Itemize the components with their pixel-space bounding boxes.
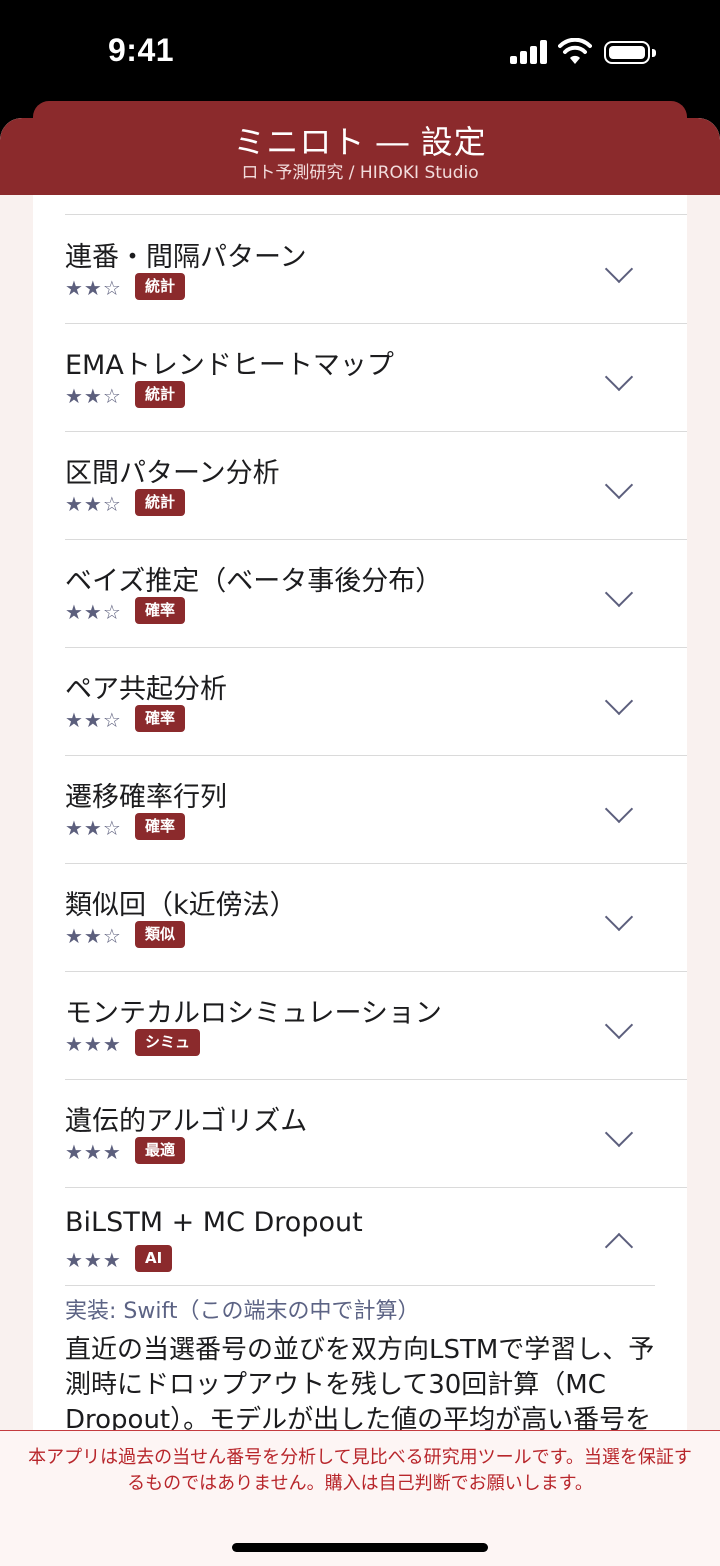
rating-stars: ★★★ bbox=[65, 1140, 122, 1164]
rating-stars: ★★☆ bbox=[65, 708, 122, 732]
home-indicator[interactable] bbox=[232, 1543, 488, 1552]
category-badge: シミュ bbox=[135, 1029, 201, 1056]
list-item[interactable]: 類似回（k近傍法） ★★☆ 類似 bbox=[65, 863, 687, 972]
item-title: EMAトレンドヒートマップ bbox=[65, 350, 394, 381]
category-badge: 確率 bbox=[135, 597, 186, 624]
chevron-down-icon[interactable] bbox=[604, 1118, 634, 1148]
rating-stars: ★★★ bbox=[65, 1248, 122, 1272]
disclaimer-banner: 本アプリは過去の当せん番号を分析して見比べる研究用ツールです。当選を保証するもの… bbox=[0, 1430, 720, 1566]
item-title: 遷移確率行列 bbox=[65, 782, 227, 813]
status-time: 9:41 bbox=[108, 32, 175, 68]
status-bar: 9:41 bbox=[0, 0, 720, 110]
chevron-down-icon[interactable] bbox=[604, 254, 634, 284]
chevron-down-icon[interactable] bbox=[604, 470, 634, 500]
category-badge: 類似 bbox=[135, 921, 186, 948]
rating-stars: ★★☆ bbox=[65, 816, 122, 840]
item-title: BiLSTM + MC Dropout bbox=[65, 1207, 363, 1238]
page-title: ミニロト ― 設定 bbox=[233, 123, 487, 161]
item-title: 類似回（k近傍法） bbox=[65, 890, 297, 921]
list-item[interactable]: ペア共起分析 ★★☆ 確率 bbox=[65, 647, 687, 756]
list-item[interactable]: 遷移確率行列 ★★☆ 確率 bbox=[65, 755, 687, 864]
disclaimer-text: 本アプリは過去の当せん番号を分析して見比べる研究用ツールです。当選を保証するもの… bbox=[28, 1447, 692, 1494]
chevron-down-icon[interactable] bbox=[604, 686, 634, 716]
cellular-signal-icon bbox=[510, 40, 548, 64]
chevron-down-icon[interactable] bbox=[604, 578, 634, 608]
chevron-down-icon[interactable] bbox=[604, 1010, 634, 1040]
list-item[interactable]: EMAトレンドヒートマップ ★★☆ 統計 bbox=[65, 323, 687, 432]
wifi-icon bbox=[558, 38, 592, 64]
rating-stars: ★★☆ bbox=[65, 384, 122, 408]
item-title: 連番・間隔パターン bbox=[65, 242, 307, 273]
item-title: ベイズ推定（ベータ事後分布） bbox=[65, 566, 443, 597]
list-item[interactable]: 遺伝的アルゴリズム ★★★ 最適 bbox=[65, 1079, 687, 1188]
list-item[interactable]: 連番・間隔パターン ★★☆ 統計 bbox=[65, 215, 687, 324]
rating-stars: ★★☆ bbox=[65, 924, 122, 948]
chevron-down-icon[interactable] bbox=[604, 902, 634, 932]
item-title: モンテカルロシミュレーション bbox=[65, 998, 442, 1029]
category-badge: 確率 bbox=[135, 813, 186, 840]
category-badge: 確率 bbox=[135, 705, 186, 732]
category-badge: 統計 bbox=[135, 381, 186, 408]
chevron-up-icon[interactable] bbox=[604, 1232, 634, 1262]
list-item[interactable]: ベイズ推定（ベータ事後分布） ★★☆ 確率 bbox=[65, 539, 687, 648]
chevron-down-icon[interactable] bbox=[604, 362, 634, 392]
item-title: ペア共起分析 bbox=[65, 674, 227, 705]
implementation-note: 実装: Swift（この端末の中で計算） bbox=[65, 1299, 420, 1324]
category-badge: 統計 bbox=[135, 489, 186, 516]
page-subtitle: ロト予測研究 / HIROKI Studio bbox=[241, 163, 479, 183]
algorithm-list: 連番・間隔パターン ★★☆ 統計 EMAトレンドヒートマップ ★★☆ 統計 区間… bbox=[33, 195, 687, 1565]
category-badge: 統計 bbox=[135, 273, 186, 300]
rating-stars: ★★☆ bbox=[65, 600, 122, 624]
category-badge: 最適 bbox=[135, 1137, 186, 1164]
rating-stars: ★★☆ bbox=[65, 276, 122, 300]
chevron-down-icon[interactable] bbox=[604, 794, 634, 824]
sheet-header: ミニロト ― 設定 ロト予測研究 / HIROKI Studio bbox=[0, 118, 720, 195]
category-badge: AI bbox=[135, 1245, 173, 1272]
battery-icon bbox=[604, 41, 656, 64]
list-item-expanded[interactable]: BiLSTM + MC Dropout ★★★ AI bbox=[65, 1187, 687, 1295]
rating-stars: ★★☆ bbox=[65, 492, 122, 516]
divider bbox=[65, 1285, 655, 1286]
settings-sheet: ミニロト ― 設定 ロト予測研究 / HIROKI Studio 連番・間隔パタ… bbox=[0, 118, 720, 1565]
item-title: 区間パターン分析 bbox=[65, 458, 280, 489]
item-title: 遺伝的アルゴリズム bbox=[65, 1106, 308, 1137]
rating-stars: ★★★ bbox=[65, 1032, 122, 1056]
list-item[interactable]: 区間パターン分析 ★★☆ 統計 bbox=[65, 431, 687, 540]
list-item[interactable]: モンテカルロシミュレーション ★★★ シミュ bbox=[65, 971, 687, 1080]
